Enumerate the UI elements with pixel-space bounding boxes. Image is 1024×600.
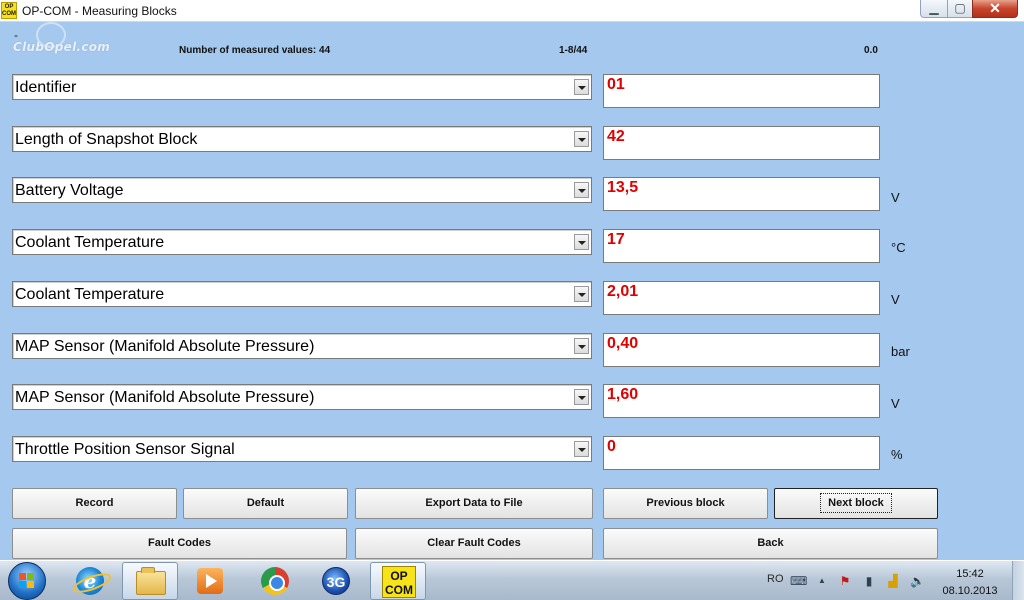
measure-select-4[interactable]: Coolant Temperature: [12, 229, 592, 255]
clear-fault-codes-button[interactable]: Clear Fault Codes: [355, 528, 593, 559]
measure-label: Coolant Temperature: [15, 234, 165, 251]
measure-select-1[interactable]: Identifier: [12, 74, 592, 100]
measure-unit-8: %: [891, 447, 903, 462]
taskbar-chrome[interactable]: [247, 562, 303, 600]
window-title: OP-COM - Measuring Blocks: [22, 4, 177, 18]
taskbar-internet-explorer[interactable]: e: [62, 562, 118, 600]
windows-logo-icon: [19, 573, 35, 589]
opcom-icon: OP COM: [382, 566, 416, 598]
media-player-icon: [197, 568, 223, 594]
measure-label: Throttle Position Sensor Signal: [15, 441, 235, 458]
measure-value-text: 13,5: [607, 179, 639, 196]
header-value: 0.0: [864, 45, 878, 56]
title-bar: OP COM OP-COM - Measuring Blocks ▁ ▢ ✕: [0, 0, 1024, 22]
export-data-button[interactable]: Export Data to File: [355, 488, 593, 519]
maximize-button[interactable]: ▢: [947, 0, 973, 18]
measure-label: Coolant Temperature: [15, 286, 165, 303]
dropdown-arrow-icon[interactable]: [574, 389, 589, 405]
measure-label: Battery Voltage: [15, 182, 124, 199]
measure-value-8: 0: [603, 436, 880, 470]
show-desktop-button[interactable]: [1012, 561, 1024, 600]
taskbar-media-player[interactable]: [182, 562, 238, 600]
measure-value-7: 1,60: [603, 384, 880, 418]
clock-time[interactable]: 15:42: [940, 568, 1000, 580]
maximize-icon: ▢: [954, 1, 966, 15]
back-button[interactable]: Back: [603, 528, 938, 559]
dropdown-arrow-icon[interactable]: [574, 441, 589, 457]
measure-value-2: 42: [603, 126, 880, 160]
dropdown-arrow-icon[interactable]: [574, 131, 589, 147]
default-button[interactable]: Default: [183, 488, 348, 519]
measure-value-4: 17: [603, 229, 880, 263]
action-center-flag-icon[interactable]: ⚑: [838, 574, 852, 588]
measure-value-5: 2,01: [603, 281, 880, 315]
measure-select-5[interactable]: Coolant Temperature: [12, 281, 592, 307]
network-signal-icon[interactable]: ▟: [886, 574, 900, 588]
measure-select-6[interactable]: MAP Sensor (Manifold Absolute Pressure): [12, 333, 592, 359]
measure-unit-7: V: [891, 396, 900, 411]
3g-modem-icon: 3G: [322, 567, 350, 595]
measure-unit-3: V: [891, 190, 900, 205]
measure-unit-5: V: [891, 292, 900, 307]
folder-icon: [136, 567, 166, 595]
measure-unit-6: bar: [891, 344, 910, 359]
measure-value-text: 01: [607, 76, 625, 93]
block-range: 1-8/44: [559, 45, 588, 56]
measure-label: Length of Snapshot Block: [15, 131, 198, 148]
show-hidden-icons-arrow-icon[interactable]: ▲: [815, 574, 829, 588]
fault-codes-button[interactable]: Fault Codes: [12, 528, 347, 559]
language-indicator[interactable]: RO: [767, 573, 784, 585]
start-button[interactable]: [8, 562, 46, 600]
dropdown-arrow-icon[interactable]: [574, 234, 589, 250]
taskbar-file-explorer[interactable]: [122, 562, 178, 600]
measure-select-8[interactable]: Throttle Position Sensor Signal: [12, 436, 592, 462]
dropdown-arrow-icon[interactable]: [574, 79, 589, 95]
taskbar-3g-modem[interactable]: 3G: [308, 562, 364, 600]
measure-value-6: 0,40: [603, 333, 880, 367]
clubopel-watermark: ClubOpel.com: [13, 40, 111, 54]
taskbar: e 3G OP COM RO ⌨ ▲ ⚑ ▮ ▟ 🔈 15:42 08.10.2…: [0, 560, 1024, 600]
dropdown-arrow-icon[interactable]: [574, 286, 589, 302]
measure-value-1: 01: [603, 74, 880, 108]
measure-unit-4: °C: [891, 240, 906, 255]
measure-select-7[interactable]: MAP Sensor (Manifold Absolute Pressure): [12, 384, 592, 410]
opcom-app-icon: OP COM: [1, 2, 17, 19]
measure-value-text: 2,01: [607, 283, 639, 300]
close-button[interactable]: ✕: [972, 0, 1018, 18]
previous-block-button[interactable]: Previous block: [603, 488, 768, 519]
measure-select-2[interactable]: Length of Snapshot Block: [12, 126, 592, 152]
measure-value-text: 42: [607, 128, 625, 145]
measure-value-3: 13,5: [603, 177, 880, 211]
taskbar-opcom[interactable]: OP COM: [370, 562, 426, 600]
measure-label: MAP Sensor (Manifold Absolute Pressure): [15, 338, 315, 355]
measure-select-3[interactable]: Battery Voltage: [12, 177, 592, 203]
measured-values-count: Number of measured values: 44: [179, 45, 331, 56]
dropdown-arrow-icon[interactable]: [574, 182, 589, 198]
battery-icon[interactable]: ▮: [862, 574, 876, 588]
internet-explorer-icon: e: [76, 567, 104, 595]
clock-date[interactable]: 08.10.2013: [940, 585, 1000, 597]
measure-label: MAP Sensor (Manifold Absolute Pressure): [15, 389, 315, 406]
measure-value-text: 0,40: [607, 335, 639, 352]
minimize-icon: ▁: [929, 1, 939, 15]
next-block-button[interactable]: Next block: [774, 488, 938, 519]
measure-value-text: 1,60: [607, 386, 639, 403]
close-icon: ✕: [989, 0, 1001, 16]
minimize-button[interactable]: ▁: [920, 0, 948, 18]
chrome-icon: [261, 567, 289, 595]
record-button[interactable]: Record: [12, 488, 177, 519]
measure-value-text: 0: [607, 438, 616, 455]
keyboard-icon[interactable]: ⌨: [790, 574, 807, 588]
dropdown-arrow-icon[interactable]: [574, 338, 589, 354]
measure-value-text: 17: [607, 231, 625, 248]
measure-label: Identifier: [15, 79, 77, 96]
volume-icon[interactable]: 🔈: [910, 574, 925, 588]
